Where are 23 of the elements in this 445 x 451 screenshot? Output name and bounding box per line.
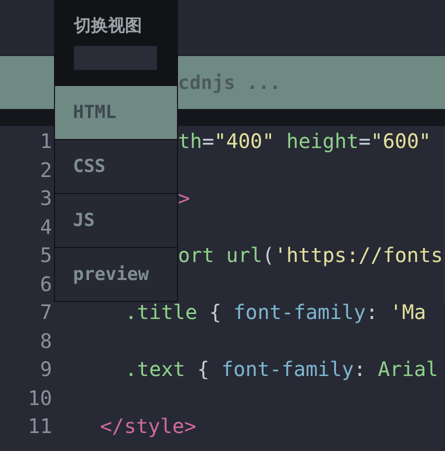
menu-item[interactable]: preview — [55, 247, 177, 301]
line-number: 7 — [38, 300, 52, 324]
line-number: 9 — [38, 357, 52, 382]
menu-item[interactable]: CSS — [55, 139, 177, 193]
line-number: 1 — [38, 129, 52, 154]
code-line: </style> — [99, 414, 196, 438]
code-line: th="400" height="600" — [177, 129, 431, 154]
line-number: 5 — [38, 243, 52, 268]
menu-item[interactable]: HTML — [55, 85, 177, 139]
line-number: 10 — [26, 386, 52, 410]
menu-title: 切换视图 — [74, 15, 143, 37]
code-line: > — [177, 186, 190, 210]
line-number: 11 — [26, 414, 52, 438]
code-line: ort url('https://fonts — [177, 243, 443, 268]
line-number: 4 — [38, 214, 52, 239]
line-number: 6 — [38, 272, 52, 296]
menu-item[interactable]: JS — [55, 193, 177, 247]
line-number: 3 — [38, 186, 52, 210]
line-number: 8 — [38, 328, 52, 353]
line-number: 2 — [38, 158, 52, 182]
input-field[interactable] — [74, 46, 157, 70]
code-line: .text { font-family: Arial — [124, 357, 438, 382]
code-line: .title { font-family: 'Ma — [124, 300, 426, 324]
